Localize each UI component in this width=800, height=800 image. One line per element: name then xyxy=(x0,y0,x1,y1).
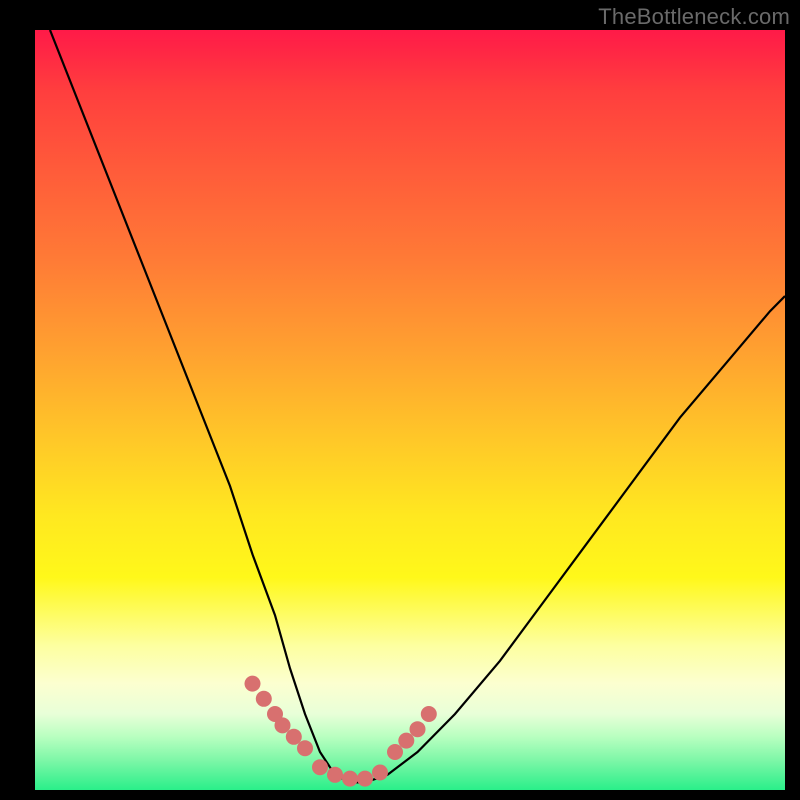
chart-frame: TheBottleneck.com xyxy=(0,0,800,800)
curve-marker-dot xyxy=(398,733,414,749)
curve-marker-dot xyxy=(312,759,328,775)
curve-marker-dot xyxy=(387,744,403,760)
curve-marker-dot xyxy=(256,691,272,707)
curve-marker-dot xyxy=(410,721,426,737)
curve-marker-dot xyxy=(245,676,261,692)
plot-area xyxy=(35,30,785,790)
curve-marker-dot xyxy=(286,729,302,745)
curve-marker-dot xyxy=(275,717,291,733)
curve-marker-dot xyxy=(297,740,313,756)
curve-marker-dot xyxy=(342,771,358,787)
curve-marker-dot xyxy=(372,765,388,781)
curve-marker-dot xyxy=(357,771,373,787)
curve-marker-dot xyxy=(327,767,343,783)
curve-markers xyxy=(245,676,437,787)
bottleneck-curve-line xyxy=(50,30,785,782)
bottleneck-curve-svg xyxy=(35,30,785,790)
watermark-text: TheBottleneck.com xyxy=(598,4,790,30)
curve-marker-dot xyxy=(421,706,437,722)
